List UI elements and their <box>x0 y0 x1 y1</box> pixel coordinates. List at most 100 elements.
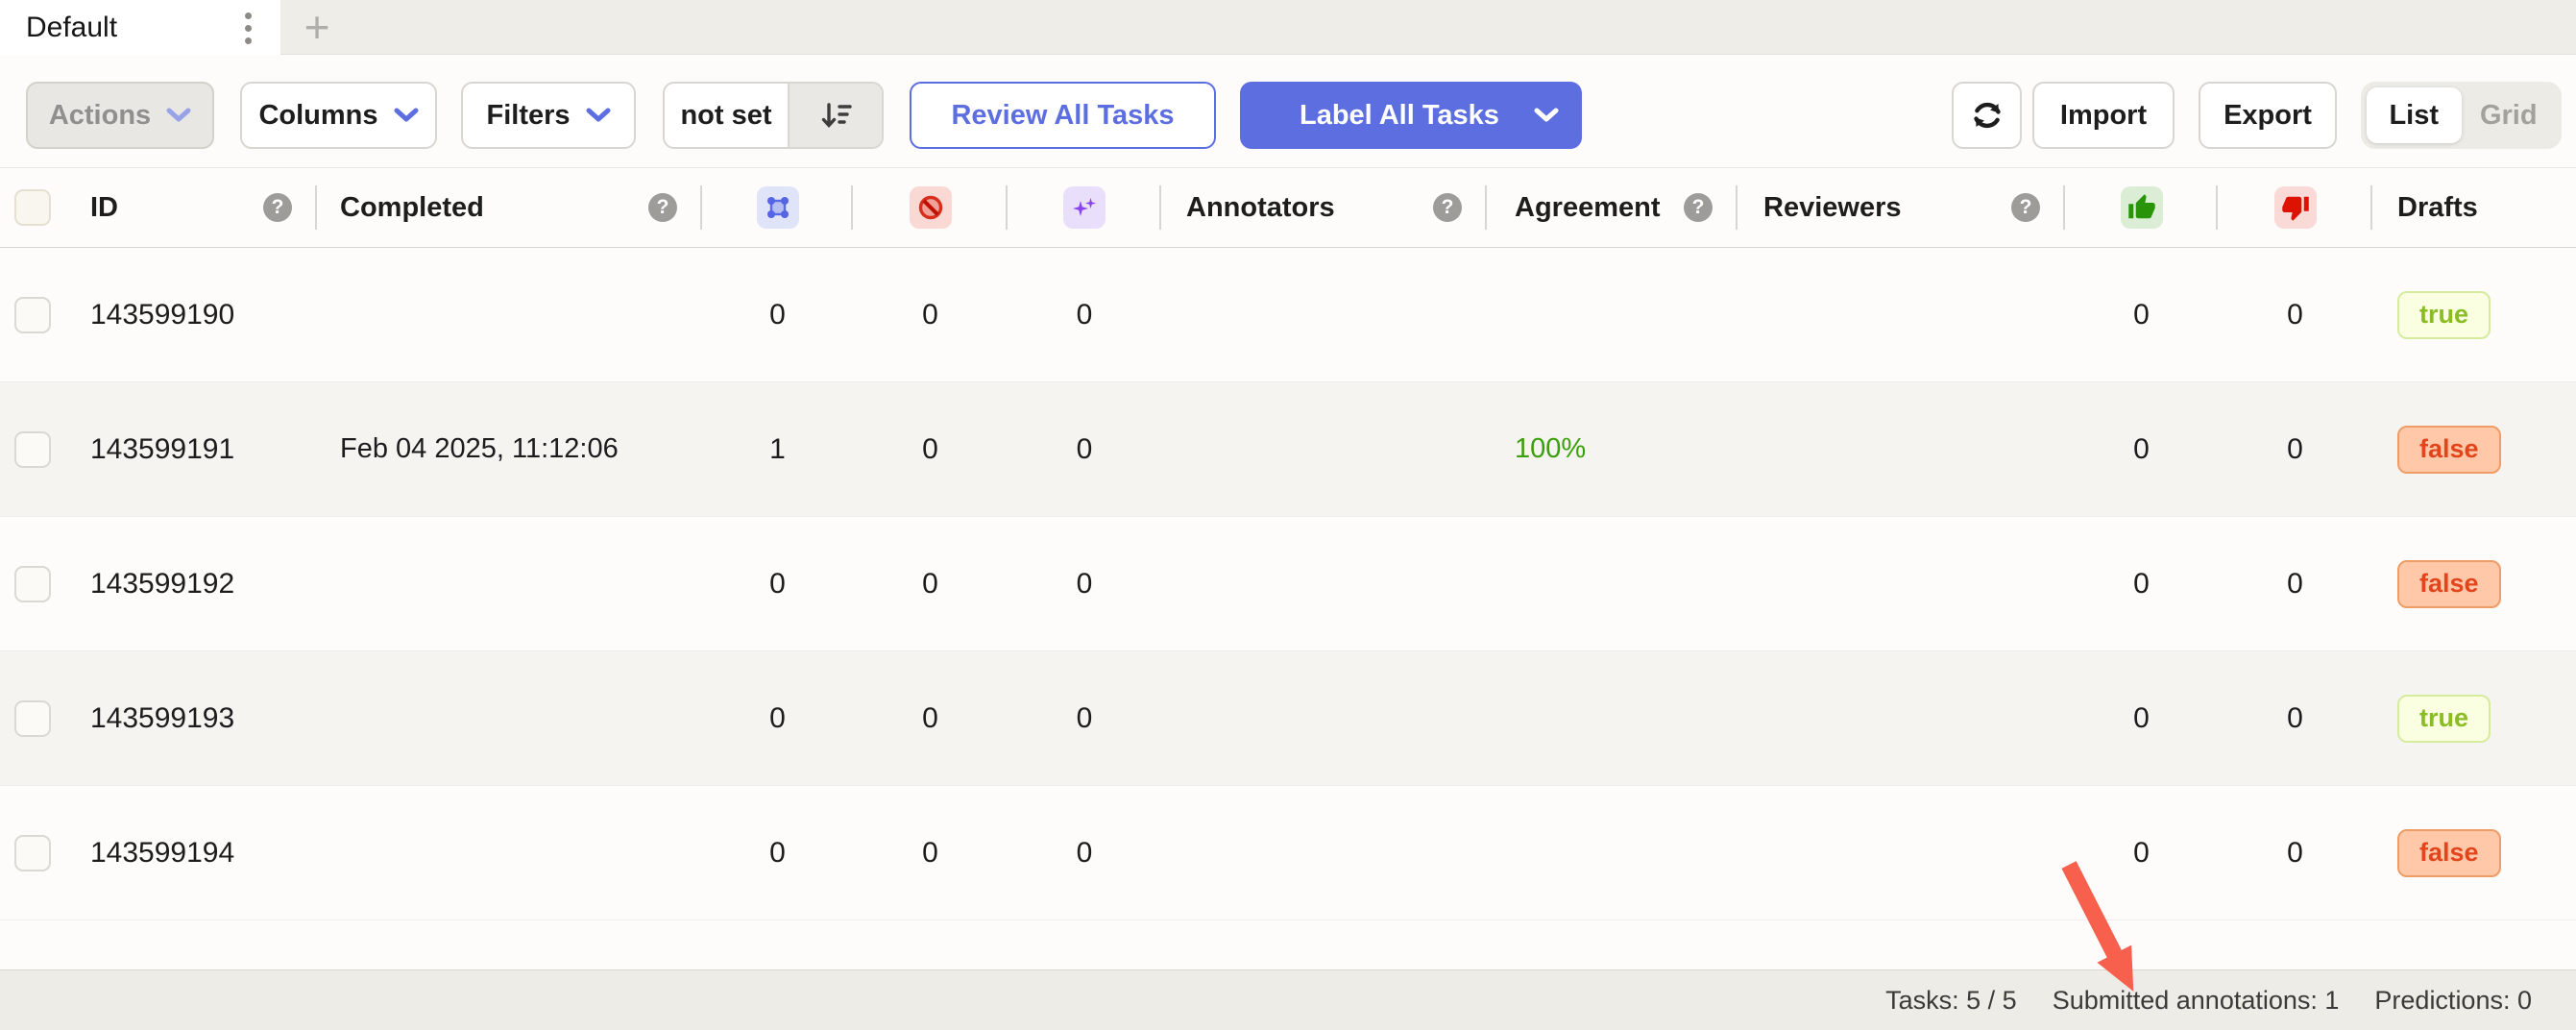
select-all-checkbox[interactable] <box>14 189 51 226</box>
column-header-annotators[interactable]: Annotators ? <box>1161 168 1487 247</box>
column-header-completed[interactable]: Completed ? <box>317 168 702 247</box>
help-icon[interactable]: ? <box>1433 193 1462 222</box>
cancelled-count-cell: 0 <box>853 786 1008 920</box>
column-header-reviewers[interactable]: Reviewers ? <box>1738 168 2065 247</box>
help-icon[interactable]: ? <box>263 193 292 222</box>
table-row[interactable]: 143599194 0 0 0 <box>0 786 2576 920</box>
add-tab-button[interactable]: + <box>294 0 340 54</box>
status-bar: Tasks: 5 / 5 Submitted annotations: 1 Pr… <box>0 969 2576 1030</box>
reviews-rejected-cell: 0 <box>2218 517 2372 650</box>
actions-button[interactable]: Actions <box>26 82 214 149</box>
prohibited-icon <box>910 186 952 229</box>
completed-cell: Feb 04 2025, 11:12:06 <box>317 382 702 516</box>
column-header-agreement[interactable]: Agreement ? <box>1487 168 1738 247</box>
row-select-cell <box>0 248 77 381</box>
cancelled-count-cell: 0 <box>853 382 1008 516</box>
annotators-cell <box>1161 382 1487 516</box>
task-id-cell: 143599191 <box>77 382 317 516</box>
agreement-cell <box>1487 651 1738 785</box>
column-header-predictions[interactable] <box>1008 168 1161 247</box>
ordering-control[interactable]: not set <box>663 82 884 149</box>
row-checkbox[interactable] <box>14 566 51 602</box>
drafts-cell: true <box>2372 651 2576 785</box>
tab-bar: Default + <box>0 0 2576 55</box>
export-button[interactable]: Export <box>2199 82 2337 149</box>
task-id-cell: 143599194 <box>77 786 317 920</box>
grid-view-button[interactable]: Grid <box>2462 87 2557 143</box>
row-checkbox[interactable] <box>14 835 51 871</box>
agreement-cell <box>1487 786 1738 920</box>
table-body: 143599190 0 0 0 <box>0 248 2576 920</box>
tasks-count: Tasks: 5 / 5 <box>1885 986 2017 1016</box>
row-select-cell <box>0 651 77 785</box>
review-all-tasks-button[interactable]: Review All Tasks <box>910 82 1216 149</box>
thumb-down-icon <box>2274 186 2317 229</box>
chevron-down-icon[interactable] <box>1534 108 1559 123</box>
import-button[interactable]: Import <box>2032 82 2175 149</box>
reviews-accepted-cell: 0 <box>2065 786 2218 920</box>
reviews-rejected-cell: 0 <box>2218 248 2372 381</box>
label-all-tasks-button[interactable]: Label All Tasks <box>1240 82 1582 149</box>
sort-descending-icon <box>816 96 855 135</box>
draft-badge: false <box>2397 426 2501 474</box>
view-toggle: List Grid <box>2361 82 2562 149</box>
cancelled-count-cell: 0 <box>853 517 1008 650</box>
annotations-count-cell: 0 <box>702 248 853 381</box>
column-header-drafts[interactable]: Drafts <box>2372 168 2576 247</box>
task-id-cell: 143599190 <box>77 248 317 381</box>
column-header-cancelled[interactable] <box>853 168 1008 247</box>
reviews-rejected-cell: 0 <box>2218 786 2372 920</box>
label-all-tasks-label: Label All Tasks <box>1300 100 1499 132</box>
column-header-reviews-accepted[interactable] <box>2065 168 2218 247</box>
reviews-accepted-cell: 0 <box>2065 651 2218 785</box>
draft-badge: true <box>2397 291 2491 339</box>
columns-button[interactable]: Columns <box>240 82 437 149</box>
submitted-annotations-count: Submitted annotations: 1 <box>2053 986 2340 1016</box>
annotations-count-cell: 0 <box>702 517 853 650</box>
predictions-count-cell: 0 <box>1008 248 1161 381</box>
filters-label: Filters <box>486 100 570 132</box>
chevron-down-icon <box>394 108 419 123</box>
select-all-cell <box>0 168 77 247</box>
row-checkbox[interactable] <box>14 700 51 737</box>
help-icon[interactable]: ? <box>1684 193 1713 222</box>
tab-menu-kebab-icon[interactable] <box>233 7 262 49</box>
thumb-up-icon <box>2121 186 2163 229</box>
cancelled-count-cell: 0 <box>853 651 1008 785</box>
reviews-accepted-cell: 0 <box>2065 517 2218 650</box>
list-view-button[interactable]: List <box>2367 87 2462 143</box>
column-header-id[interactable]: ID ? <box>77 168 317 247</box>
table-row[interactable]: 143599190 0 0 0 <box>0 248 2576 382</box>
annotator-avatar[interactable] <box>1179 417 1244 482</box>
draft-badge: false <box>2397 560 2501 608</box>
drafts-cell: false <box>2372 786 2576 920</box>
column-header-annotations[interactable] <box>702 168 853 247</box>
ordering-value[interactable]: not set <box>665 100 788 132</box>
sort-direction-button[interactable] <box>788 84 882 147</box>
reviews-rejected-cell: 0 <box>2218 651 2372 785</box>
agreement-cell <box>1487 248 1738 381</box>
reviews-accepted-cell: 0 <box>2065 248 2218 381</box>
tab-label: Default <box>26 12 117 44</box>
help-icon[interactable]: ? <box>648 193 677 222</box>
row-checkbox[interactable] <box>14 297 51 333</box>
annotations-count-cell: 1 <box>702 382 853 516</box>
refresh-button[interactable] <box>1952 82 2022 149</box>
table-row[interactable]: 143599193 0 0 0 <box>0 651 2576 786</box>
filters-button[interactable]: Filters <box>461 82 636 149</box>
annotators-cell <box>1161 517 1487 650</box>
annotators-cell <box>1161 786 1487 920</box>
row-checkbox[interactable] <box>14 431 51 468</box>
table-row[interactable]: 143599191 Feb 04 2025, 11:12:06 1 0 0 <box>0 382 2576 517</box>
row-select-cell <box>0 517 77 650</box>
reviewers-cell <box>1738 651 2065 785</box>
predictions-count-cell: 0 <box>1008 382 1161 516</box>
predictions-count-cell: 0 <box>1008 517 1161 650</box>
agreement-cell: 100% <box>1487 382 1738 516</box>
help-icon[interactable]: ? <box>2011 193 2040 222</box>
drafts-cell: true <box>2372 248 2576 381</box>
column-header-reviews-rejected[interactable] <box>2218 168 2372 247</box>
table-row[interactable]: 143599192 0 0 0 <box>0 517 2576 651</box>
completed-cell <box>317 651 702 785</box>
bounding-box-icon <box>757 186 799 229</box>
